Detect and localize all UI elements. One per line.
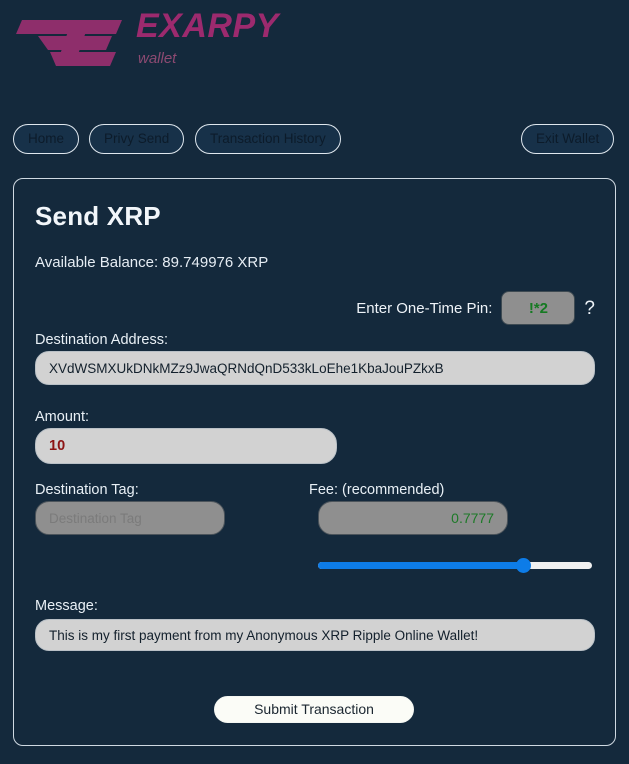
amount-input[interactable] bbox=[35, 428, 337, 464]
main-navigation: Home Privy Send Transaction History Exit… bbox=[0, 124, 629, 156]
destination-tag-input[interactable] bbox=[35, 501, 225, 535]
winged-e-logo-icon bbox=[16, 10, 128, 66]
app-header: EXARPY wallet bbox=[0, 0, 629, 100]
page-title: Send XRP bbox=[35, 201, 161, 231]
one-time-pin-label: Enter One-Time Pin: bbox=[356, 299, 493, 317]
amount-label: Amount: bbox=[35, 409, 89, 425]
nav-button-privy-send[interactable]: Privy Send bbox=[89, 124, 185, 154]
nav-button-home[interactable]: Home bbox=[13, 124, 80, 154]
nav-button-transaction-history[interactable]: Transaction History bbox=[195, 124, 341, 154]
help-question-icon[interactable]: ? bbox=[584, 299, 595, 318]
destination-address-label: Destination Address: bbox=[35, 332, 168, 348]
submit-transaction-button[interactable]: Submit Transaction bbox=[214, 696, 414, 723]
fee-slider-fill bbox=[318, 562, 524, 569]
available-balance-text: Available Balance: 89.749976 XRP bbox=[35, 254, 269, 271]
one-time-pin-row: Enter One-Time Pin: ? bbox=[356, 291, 595, 325]
destination-address-input[interactable] bbox=[35, 351, 595, 385]
message-label: Message: bbox=[35, 598, 98, 614]
send-xrp-card: Send XRP Available Balance: 89.749976 XR… bbox=[13, 178, 616, 746]
brand-text: EXARPY wallet bbox=[136, 6, 279, 68]
fee-slider[interactable] bbox=[318, 556, 592, 574]
destination-tag-label: Destination Tag: bbox=[35, 482, 139, 498]
brand-subtitle: wallet bbox=[138, 50, 177, 67]
message-input[interactable] bbox=[35, 619, 595, 651]
fee-slider-thumb[interactable] bbox=[515, 558, 531, 573]
fee-label: Fee: (recommended) bbox=[309, 482, 445, 498]
brand-name: EXARPY bbox=[136, 7, 279, 45]
nav-button-exit-wallet[interactable]: Exit Wallet bbox=[521, 124, 615, 154]
fee-input[interactable] bbox=[318, 501, 508, 535]
one-time-pin-input[interactable] bbox=[501, 291, 576, 325]
